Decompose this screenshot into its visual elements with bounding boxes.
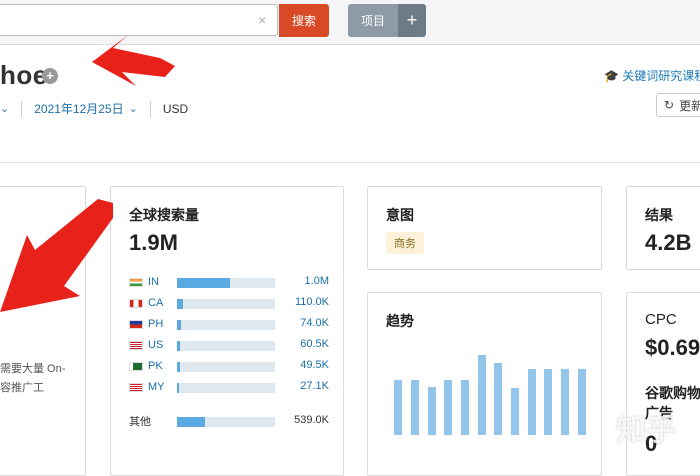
red-arrow-icon [92,35,175,86]
annotation-arrows [0,35,175,312]
watermark: 知乎 [616,414,676,447]
red-arrow-icon [0,199,113,312]
